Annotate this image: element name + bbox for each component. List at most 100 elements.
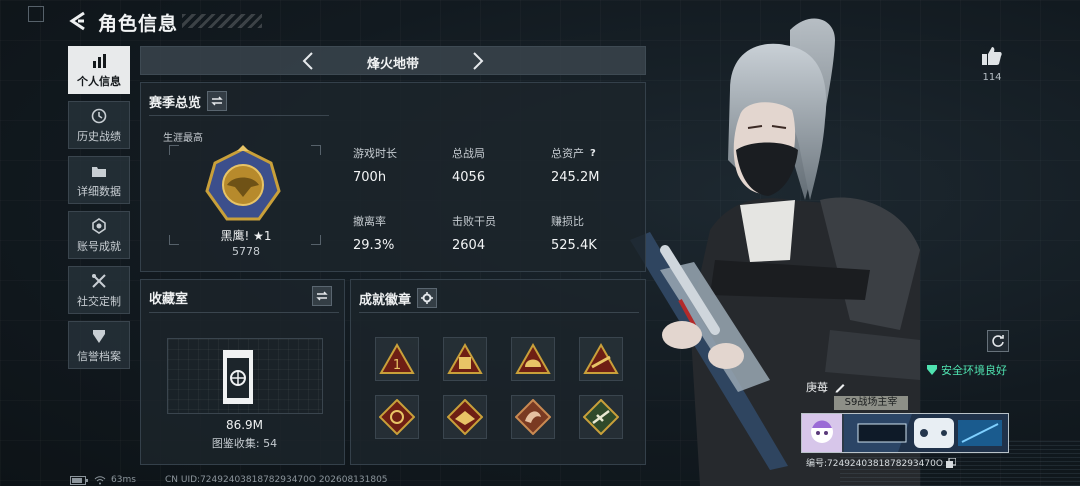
mode-name: 烽火地带 — [366, 57, 419, 72]
badge-slot-7[interactable] — [511, 395, 555, 439]
panel-title: 成就徽章 — [359, 292, 412, 308]
medal-icon — [91, 217, 107, 235]
status-bar: 63ms — [70, 475, 136, 485]
battery-icon — [70, 475, 88, 485]
swap-icon — [316, 291, 328, 301]
badge-rifle-icon — [583, 343, 619, 374]
tools-icon — [91, 272, 107, 290]
stat-label: 赚损比 — [551, 215, 584, 228]
stat-kills: 击败干员 2604 — [452, 213, 496, 253]
edit-icon[interactable] — [834, 381, 846, 393]
corner-mark — [28, 6, 44, 22]
player-name: 庚苺 — [806, 381, 828, 394]
badge-gun-green-icon — [583, 399, 619, 435]
stat-extraction-rate: 撤离率 29.3% — [353, 213, 394, 253]
back-button[interactable] — [66, 9, 90, 33]
badge-slot-1[interactable]: 1 — [375, 337, 419, 381]
stat-value: 29.3% — [353, 238, 395, 253]
refresh-button[interactable] — [987, 330, 1009, 352]
thumbs-up-icon — [982, 47, 1002, 65]
stat-label: 击败干员 — [452, 215, 496, 228]
collection-value: 86.9M — [225, 418, 264, 432]
back-arrow-icon — [69, 11, 85, 31]
badge-slot-8[interactable] — [579, 395, 623, 439]
sidebar-item-label: 社交定制 — [77, 294, 121, 308]
sidebar-item-social[interactable]: 社交定制 — [68, 266, 130, 314]
badge-slot-5[interactable] — [375, 395, 419, 439]
sidebar-item-label: 信誉档案 — [77, 349, 121, 363]
sidebar-item-details[interactable]: 详细数据 — [68, 156, 130, 204]
rank-name: 黑鹰! ★1 — [220, 229, 272, 243]
stat-value: 2604 — [452, 238, 486, 253]
panel-divider — [359, 312, 639, 313]
stat-play-time: 游戏时长 700h — [353, 145, 397, 185]
page-title: 角色信息 — [98, 13, 179, 35]
player-id: 编号:7249240381878293470O — [806, 459, 943, 469]
panel-title: 收藏室 — [149, 292, 189, 307]
stat-label: 总资产 — [551, 147, 584, 160]
rank-emblem-icon — [205, 145, 281, 221]
wifi-icon — [94, 475, 106, 484]
help-icon[interactable]: ? — [590, 148, 596, 159]
mode-next-button[interactable] — [467, 49, 489, 73]
sidebar-item-label: 个人信息 — [77, 74, 121, 88]
panel-divider — [149, 312, 339, 313]
stat-total-assets: 总资产? 245.2M — [551, 145, 599, 185]
like-count: 114 — [982, 72, 1002, 83]
chevron-right-icon — [473, 52, 484, 70]
copy-icon[interactable] — [945, 457, 956, 468]
gear-icon — [421, 292, 434, 304]
sidebar-item-achievements[interactable]: 账号成就 — [68, 211, 130, 259]
sidebar-item-label: 历史战绩 — [77, 129, 121, 143]
badge-slot-6[interactable] — [443, 395, 487, 439]
player-name-row: 庚苺 — [806, 379, 846, 395]
player-title-tag: S9战场主宰 — [834, 396, 908, 410]
player-id-row: 编号:7249240381878293470O — [806, 456, 956, 469]
mode-selector: 烽火地带 — [140, 46, 646, 75]
stat-label: 游戏时长 — [353, 147, 397, 160]
stat-label: 总战局 — [452, 147, 485, 160]
safe-environment-status: 安全环境良好 — [926, 362, 1007, 378]
stat-label: 撤离率 — [353, 215, 386, 228]
sidebar-item-label: 详细数据 — [77, 184, 121, 198]
badge-slot-3[interactable] — [511, 337, 555, 381]
shield-check-icon — [927, 365, 937, 375]
stat-total-matches: 总战局 4056 — [452, 145, 485, 185]
stat-value: 525.4K — [551, 238, 597, 253]
sidebar-item-label: 账号成就 — [77, 239, 121, 253]
ping-text: 63ms — [111, 475, 136, 485]
stat-value: 4056 — [452, 170, 486, 185]
collection-panel[interactable]: 收藏室 86.9M 图鉴收集: 54 — [140, 279, 345, 465]
badges-panel: 成就徽章 1 — [350, 279, 646, 465]
swap-icon — [211, 96, 223, 106]
svg-text:1: 1 — [393, 358, 401, 373]
sidebar: 个人信息 历史战绩 详细数据 账号成就 社交定制 信誉档案 — [68, 46, 130, 376]
collection-switch-button[interactable] — [312, 286, 332, 306]
sidebar-item-history[interactable]: 历史战绩 — [68, 101, 130, 149]
career-high-label: 生涯最高 — [163, 133, 203, 144]
stat-value: 700h — [353, 170, 387, 185]
vault-icon — [223, 350, 253, 404]
badge-settings-button[interactable] — [417, 288, 438, 308]
badge-crate-icon — [447, 343, 483, 374]
player-namecard[interactable] — [801, 413, 1009, 453]
panel-divider — [149, 115, 329, 116]
season-overview-panel: 赛季总览 生涯最高 黑鹰! ★1 5778 游戏时长 700h 总战局 4056… — [140, 82, 646, 272]
safe-text: 安全环境良好 — [941, 364, 1007, 377]
bar-chart-icon — [91, 52, 107, 70]
like-button[interactable] — [978, 44, 1006, 68]
sidebar-item-reputation[interactable]: 信誉档案 — [68, 321, 130, 369]
sidebar-item-personal-info[interactable]: 个人信息 — [68, 46, 130, 94]
badge-target-icon — [379, 399, 415, 435]
rank-score: 5778 — [232, 245, 260, 258]
uid-line: CN UID:7249240381878293470O 202608131805 — [165, 475, 388, 485]
badge-wings-icon — [447, 399, 483, 435]
shield-icon — [91, 327, 107, 345]
folder-icon — [91, 162, 107, 180]
badge-slot-4[interactable] — [579, 337, 623, 381]
season-switch-button[interactable] — [207, 91, 228, 111]
stat-profit-ratio: 赚损比 525.4K — [551, 213, 597, 253]
title-decoration — [182, 14, 262, 28]
badge-rank-one-icon: 1 — [379, 343, 415, 374]
badge-slot-2[interactable] — [443, 337, 487, 381]
